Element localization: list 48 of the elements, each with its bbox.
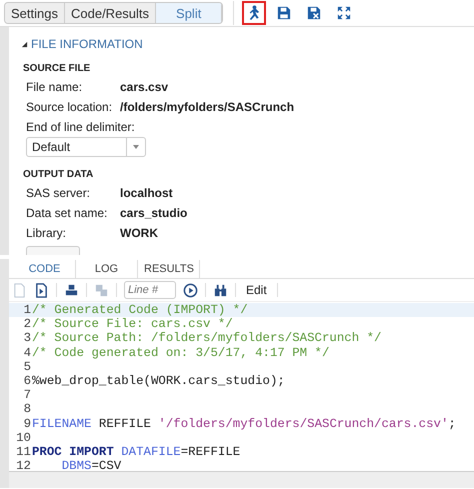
section-heading: SOURCE FILE (23, 63, 92, 74)
field-value: cars.csv (120, 80, 170, 94)
section-heading: OUTPUT DATA (23, 169, 94, 180)
collapse-triangle-icon[interactable] (21, 40, 28, 48)
line-number: 4 (22, 346, 31, 360)
line-number-field[interactable]: Line # (124, 281, 176, 299)
field-label: Source location: (26, 100, 114, 114)
code-line: /* Code generated on: 3/5/17, 4:17 PM */ (32, 346, 330, 360)
line-number: 3 (22, 331, 31, 346)
field-label: File name: (26, 80, 84, 94)
line-number: 2 (22, 317, 31, 332)
line-number: 5 (22, 360, 31, 374)
caret-icon[interactable] (133, 145, 139, 149)
view-tab[interactable]: Settings (5, 3, 65, 23)
line-number: 9 (22, 416, 31, 431)
line-number: 11 (15, 445, 31, 460)
code-line: /* Source Path: /folders/myfolders/SASCrunch */ (32, 331, 382, 346)
view-tab[interactable]: Split (156, 3, 222, 23)
field-label: End of line delimiter: (26, 120, 136, 134)
code-line: /* Generated Code (IMPORT) */ (32, 303, 248, 318)
line-number: 7 (22, 388, 31, 402)
edit-button[interactable]: Edit (243, 283, 270, 297)
line-number: 8 (22, 402, 31, 417)
line-number: 10 (15, 430, 31, 446)
line-number: 1 (22, 303, 31, 318)
play-circle-icon[interactable] (183, 282, 198, 298)
view-tab[interactable]: Code/Results (64, 3, 156, 23)
line-number: 6 (22, 374, 31, 388)
field-value: /folders/myfolders/SASCrunch (120, 100, 296, 114)
document-arrow-icon[interactable] (34, 282, 49, 298)
printer-icon[interactable] (64, 282, 79, 298)
code-line: /* Source File: cars.csv */ (32, 317, 233, 332)
code-line: %web_drop_table(WORK.cars_studio); (32, 374, 285, 388)
field-label: Library: (26, 226, 68, 240)
delimiter-dropdown[interactable]: Default (26, 137, 146, 157)
field-label: SAS server: (26, 186, 92, 200)
line-number: 12 (15, 459, 31, 471)
expand-arrows-icon[interactable] (336, 5, 352, 21)
binoculars-icon[interactable] (213, 282, 228, 298)
field-label: Data set name: (26, 206, 108, 220)
field-value: cars_studio (120, 206, 188, 220)
code-line: PROC IMPORT DATAFILE=REFFILE (32, 445, 240, 460)
section-title[interactable]: FILE INFORMATION (31, 37, 143, 51)
code-line: DBMS=CSV (60, 459, 122, 471)
field-value: WORK (120, 226, 159, 240)
field-value: localhost (120, 186, 174, 200)
floppy-disk-cross-icon[interactable] (306, 5, 322, 21)
code-line: FILENAME REFFILE '/folders/myfolders/SASCrunch/cars.csv'; (32, 416, 456, 431)
